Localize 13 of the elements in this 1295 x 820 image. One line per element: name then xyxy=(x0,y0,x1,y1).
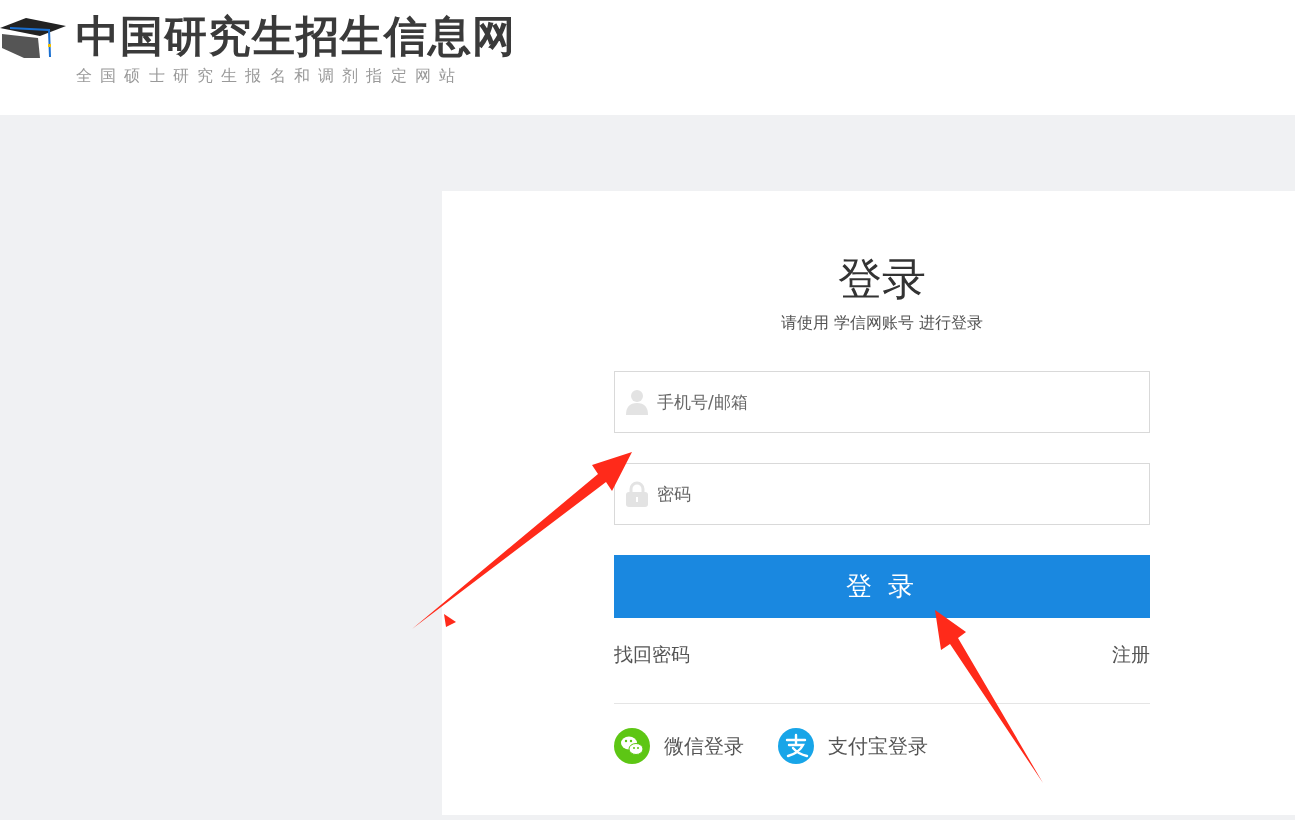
social-login-link[interactable]: 支付宝登录 xyxy=(828,732,928,760)
site-tagline: 全国硕士研究生报名和调剂指定网站 xyxy=(76,66,465,87)
login-subtitle: 请使用 学信网账号 进行登录 xyxy=(779,313,985,334)
password-field[interactable]: 密码 xyxy=(614,463,1150,525)
site-title: 中国研究生招生信息网 xyxy=(76,10,516,62)
text-link[interactable]: 找回密码 xyxy=(614,642,690,668)
login-title: 登录 xyxy=(837,252,927,306)
social-login-link[interactable]: 微信登录 xyxy=(664,732,744,760)
payment-logo-icon xyxy=(778,728,814,764)
account-field[interactable]: 手机号/邮箱 xyxy=(614,371,1150,433)
login-button[interactable]: 登 录 xyxy=(614,555,1150,618)
text-link[interactable]: 注册 xyxy=(1112,642,1150,668)
chat-bubbles-icon xyxy=(614,728,650,764)
